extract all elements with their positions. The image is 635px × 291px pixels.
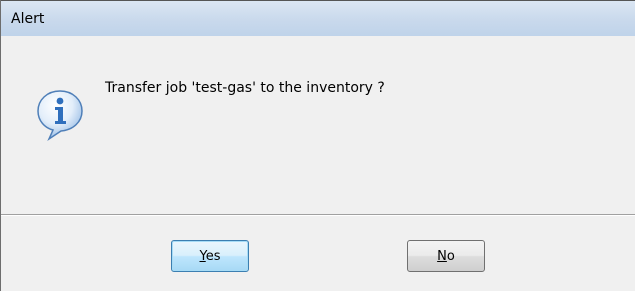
info-icon — [37, 90, 83, 142]
dialog-footer — [1, 216, 635, 291]
dialog-message: Transfer job 'test-gas' to the inventory… — [105, 80, 385, 96]
title-bar[interactable]: Alert — [1, 0, 635, 36]
no-button[interactable]: No — [407, 240, 485, 272]
no-button-label: No — [437, 248, 455, 264]
alert-dialog: Alert Transfer job 'test-gas' to the inv… — [0, 0, 635, 291]
dialog-content: Transfer job 'test-gas' to the inventory… — [1, 36, 635, 214]
window-title: Alert — [11, 11, 45, 27]
yes-button[interactable]: Yes — [171, 240, 249, 272]
yes-button-label: Yes — [199, 248, 221, 264]
